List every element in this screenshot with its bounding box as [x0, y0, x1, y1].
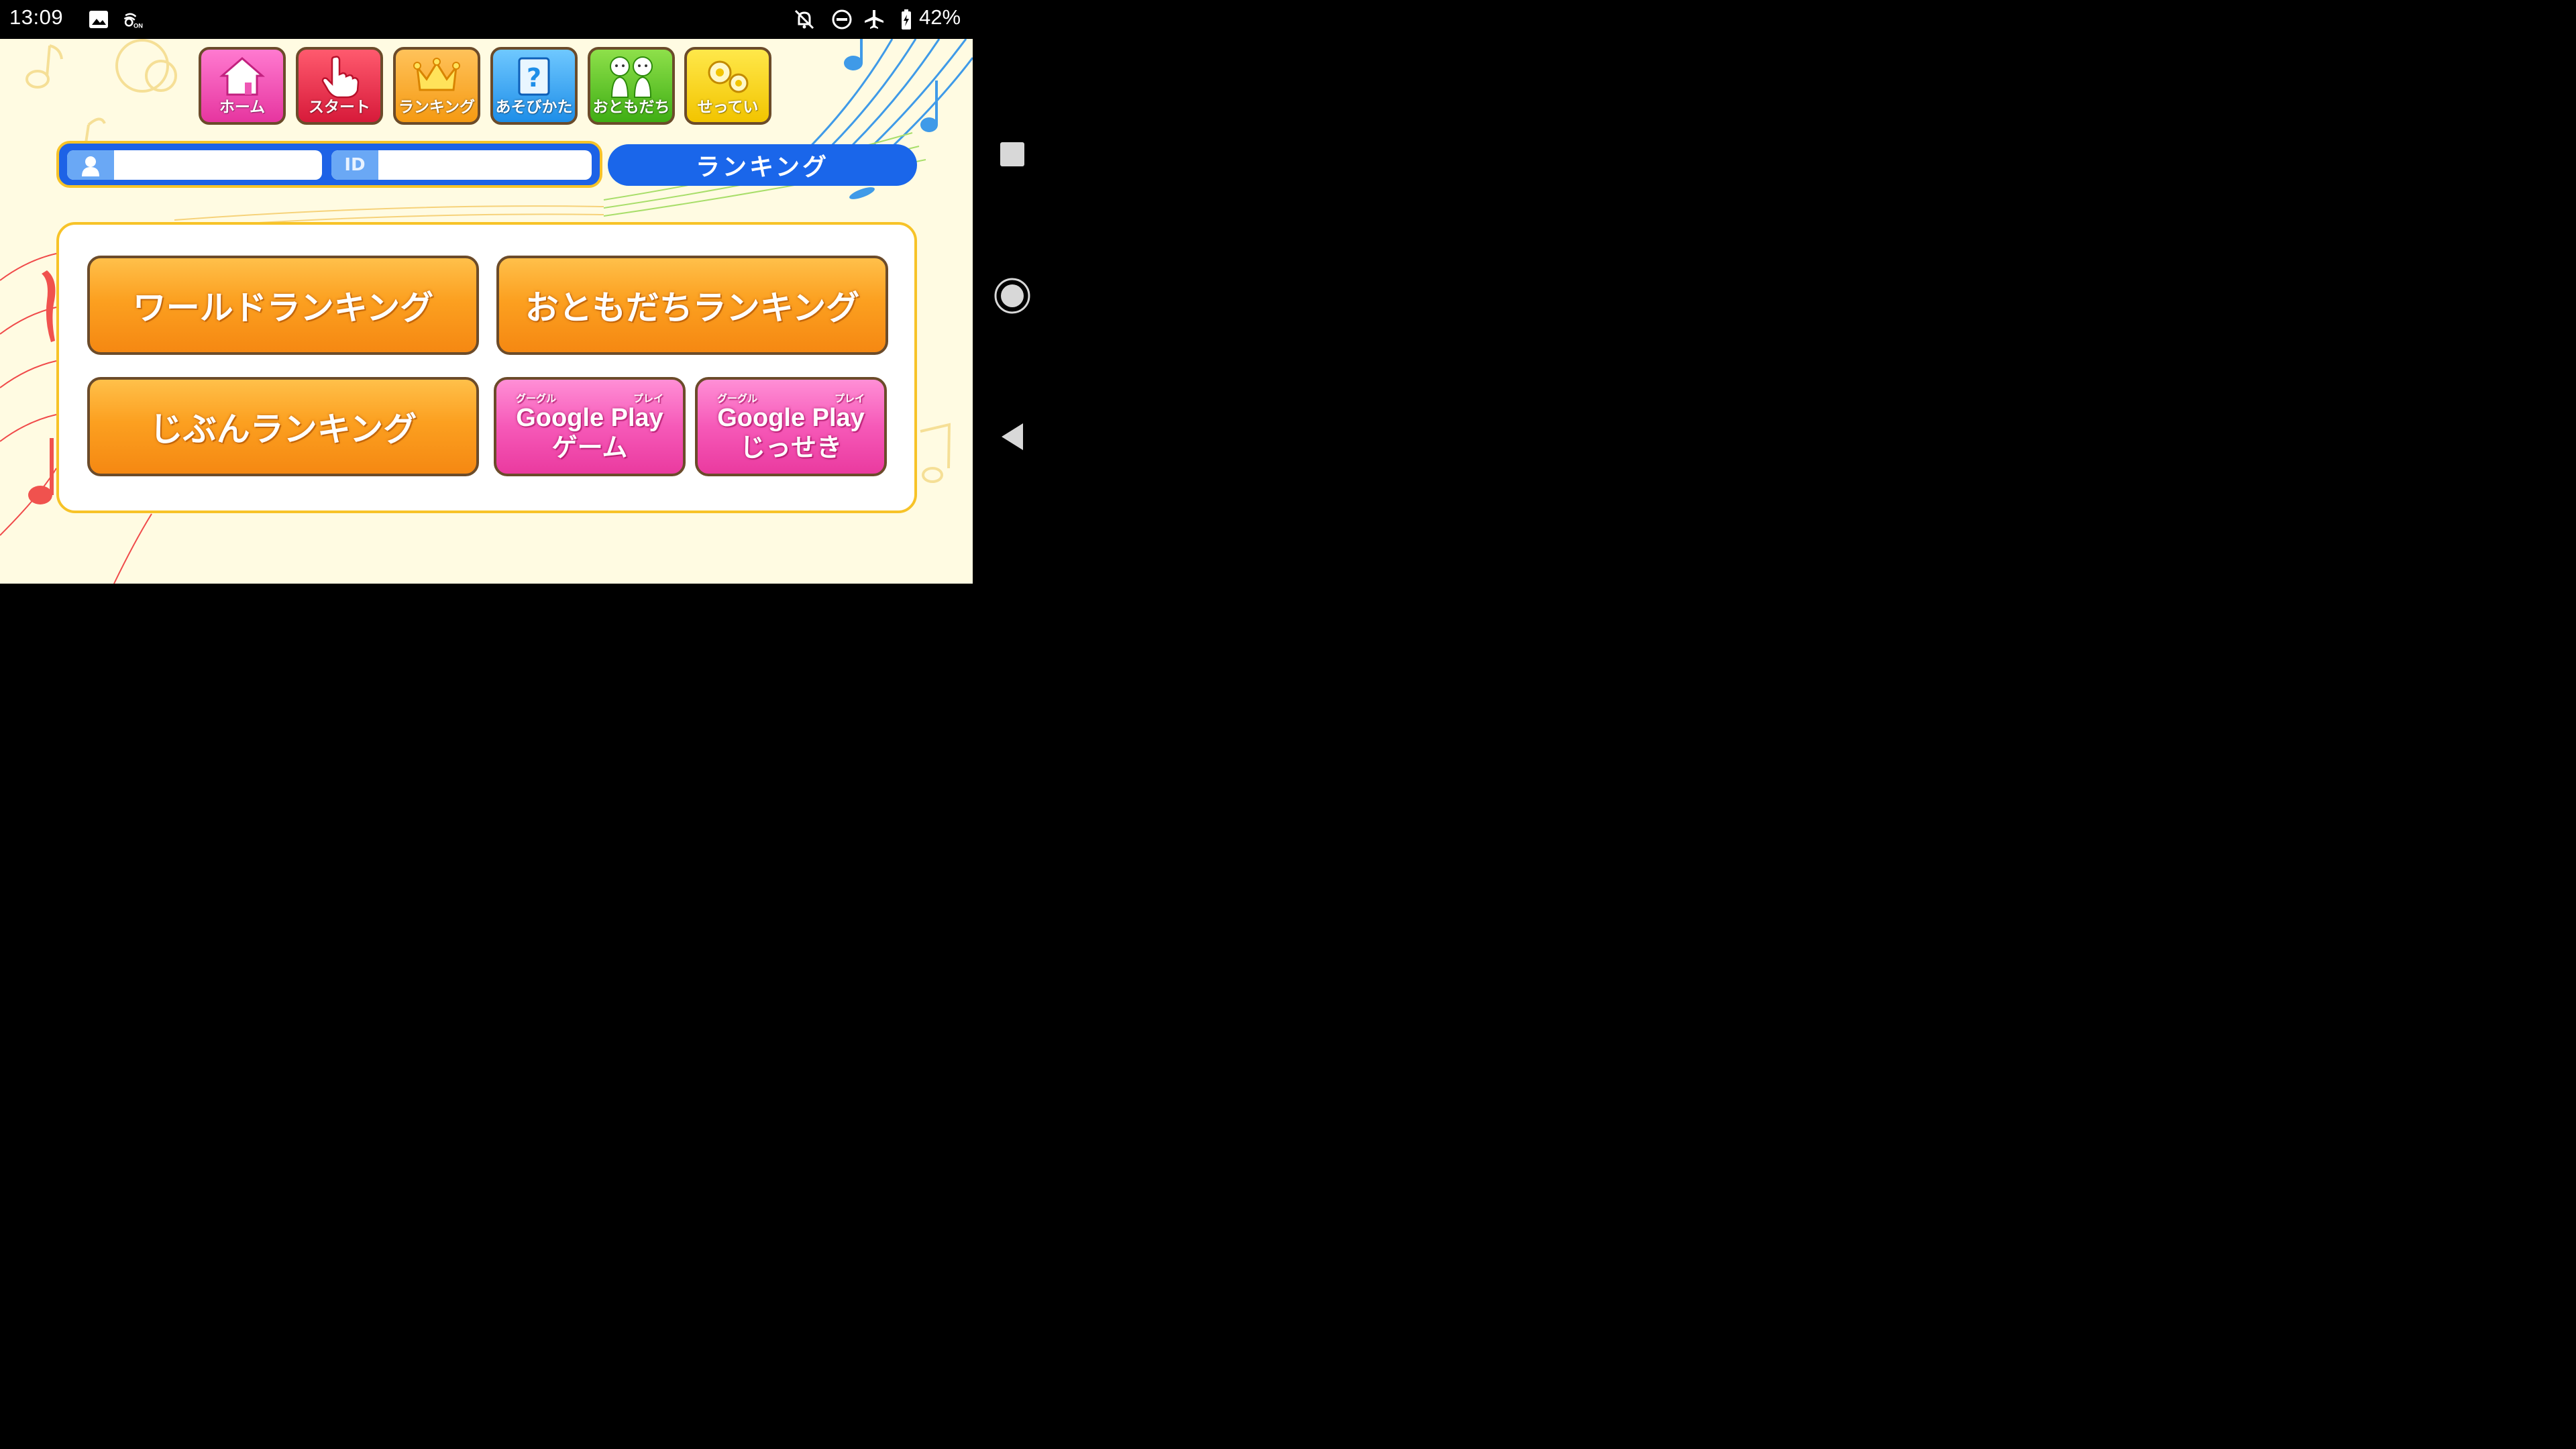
- home-circle-icon: [994, 278, 1030, 314]
- person-icon: [67, 150, 114, 180]
- page-title: ランキング: [608, 144, 917, 186]
- friends-button[interactable]: おともだち: [588, 47, 675, 125]
- home-button[interactable]: ホーム: [199, 47, 286, 125]
- game-screen: ホーム スタート ランキング ? あそびかた おともだち せってい ID ランキ…: [0, 39, 973, 584]
- friends-ranking-button[interactable]: おともだちランキング: [496, 256, 888, 355]
- start-button[interactable]: スタート: [296, 47, 383, 125]
- back-triangle-icon: [1002, 423, 1023, 450]
- user-info-bar: ID: [56, 141, 602, 188]
- friends-icon: [610, 56, 653, 98]
- crown-icon: [413, 58, 460, 91]
- world-ranking-button[interactable]: ワールドランキング: [87, 256, 479, 355]
- player-name-field[interactable]: [67, 150, 322, 180]
- battery-charging-icon: [902, 9, 911, 30]
- navigation-bar: [973, 0, 1052, 592]
- do-not-disturb-icon: [832, 9, 852, 30]
- question-book-icon: ?: [518, 57, 550, 96]
- house-icon: [219, 57, 265, 96]
- back-button[interactable]: [989, 413, 1036, 460]
- notifications-off-icon: [794, 9, 814, 30]
- ranking-menu-panel: ワールドランキング おともだちランキング じぶんランキング グーグル プレイ G…: [56, 222, 917, 513]
- my-ranking-button[interactable]: じぶんランキング: [87, 377, 479, 476]
- how-to-play-button[interactable]: ? あそびかた: [490, 47, 578, 125]
- recents-button[interactable]: [989, 131, 1036, 178]
- pointing-hand-icon: [321, 56, 360, 99]
- nfc-on-icon: ON: [123, 13, 143, 30]
- gears-icon: [708, 60, 749, 93]
- status-time: 13:09: [9, 5, 64, 29]
- player-id-field[interactable]: ID: [331, 150, 592, 180]
- battery-percent: 42%: [919, 5, 961, 29]
- svg-text:ON: ON: [133, 23, 143, 30]
- image-icon: [89, 11, 108, 28]
- google-play-games-button[interactable]: グーグル プレイ Google Play ゲーム: [494, 377, 686, 476]
- recents-square-icon: [1000, 142, 1024, 166]
- id-tag: ID: [331, 150, 378, 180]
- google-play-achievements-button[interactable]: グーグル プレイ Google Play じっせき: [695, 377, 887, 476]
- ranking-button[interactable]: ランキング: [393, 47, 480, 125]
- airplane-icon: [865, 10, 883, 29]
- status-bar: 13:09 ON 42%: [0, 0, 973, 39]
- home-nav-button[interactable]: [989, 272, 1036, 319]
- settings-button[interactable]: せってい: [684, 47, 771, 125]
- svg-text:?: ?: [527, 63, 541, 93]
